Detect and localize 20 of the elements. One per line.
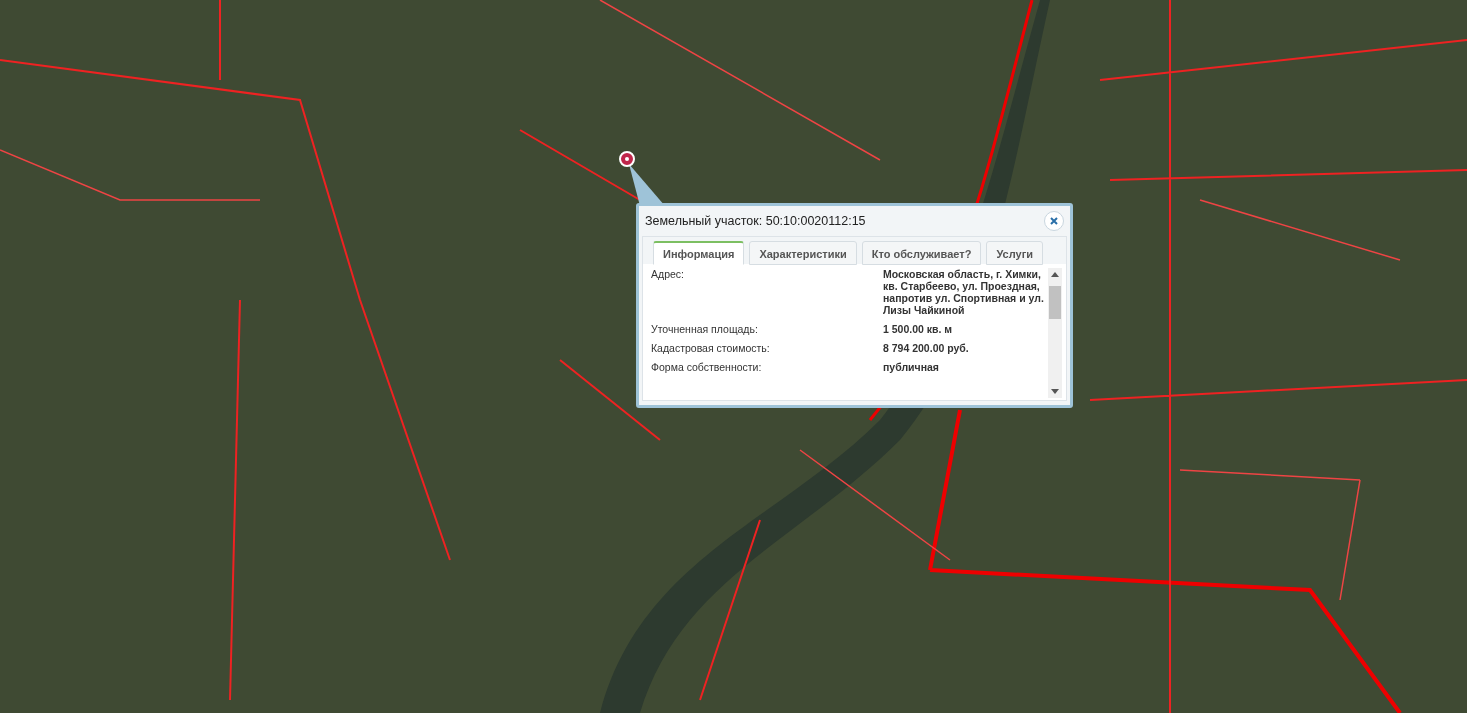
field-value: 1 500.00 кв. м (883, 323, 954, 335)
location-marker-icon[interactable] (619, 151, 635, 167)
field-label: Уточненная площадь: (651, 323, 759, 335)
field-label: Форма собственности: (651, 361, 763, 373)
field-label: Кадастровая стоимость: (651, 342, 771, 354)
close-icon (1050, 217, 1058, 225)
scroll-down-icon[interactable] (1051, 389, 1059, 394)
tab[interactable]: Характеристики (749, 241, 857, 265)
scrollbar-thumb[interactable] (1049, 286, 1061, 319)
tab[interactable]: Услуги (986, 241, 1043, 265)
field-label: Адрес: (651, 268, 685, 282)
scrollbar[interactable] (1048, 268, 1062, 398)
field-value: публичная (883, 361, 940, 373)
tab[interactable]: Кто обслуживает? (861, 241, 982, 265)
scroll-up-icon[interactable] (1051, 272, 1059, 277)
field-value: 8 794 200.00 руб. (883, 342, 970, 354)
close-button[interactable] (1044, 211, 1064, 231)
popup-title: Земельный участок: 50:10:0020112:15 (645, 214, 866, 228)
field-value: Московская область, г. Химки, кв. Старбеево, ул. Проездная, напротив ул. Спортивная и ул. Лизы Чайкиной (883, 268, 1045, 316)
tab[interactable]: Информация (653, 241, 745, 265)
